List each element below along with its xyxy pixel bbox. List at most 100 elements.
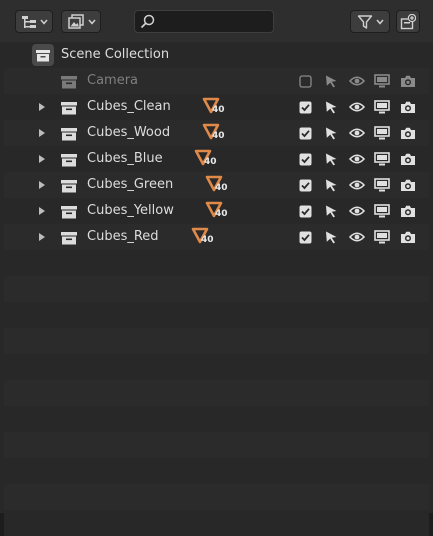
expand-arrow-icon[interactable] — [39, 155, 45, 163]
search-field[interactable] — [134, 10, 274, 33]
outliner-row[interactable]: Cubes_Yellow 40 — [4, 198, 429, 224]
exclude-checkbox[interactable] — [297, 229, 313, 245]
empty-row — [4, 276, 429, 302]
search-input[interactable] — [159, 13, 269, 30]
outliner-row[interactable]: Cubes_Blue 40 — [4, 146, 429, 172]
selectable-arrow-icon[interactable] — [323, 99, 339, 115]
outliner-row[interactable]: Cubes_Wood 40 — [4, 120, 429, 146]
empty-row — [4, 458, 429, 484]
visibility-eye-icon[interactable] — [349, 229, 365, 245]
visibility-eye-icon[interactable] — [349, 203, 365, 219]
search-icon — [140, 14, 155, 33]
selectable-arrow-icon[interactable] — [323, 177, 339, 193]
mesh-data-icon[interactable]: 40 — [191, 227, 221, 249]
expand-arrow-icon[interactable] — [39, 207, 45, 215]
collection-icon — [60, 74, 78, 93]
mesh-data-icon[interactable]: 40 — [202, 123, 232, 145]
viewport-monitor-icon[interactable] — [374, 151, 390, 167]
mesh-data-icon[interactable]: 40 — [205, 175, 235, 197]
collection-icon — [60, 100, 78, 119]
outliner-header — [0, 0, 433, 42]
expand-arrow-icon[interactable] — [39, 103, 45, 111]
mesh-data-icon[interactable]: 40 — [202, 97, 232, 119]
outliner-hierarchy-icon — [21, 15, 37, 29]
row-label: Cubes_Yellow — [87, 203, 174, 218]
selectable-arrow-icon[interactable] — [323, 73, 339, 89]
render-camera-icon[interactable] — [400, 203, 416, 219]
row-label: Cubes_Green — [87, 177, 174, 192]
visibility-eye-icon[interactable] — [349, 73, 365, 89]
funnel-icon — [357, 14, 373, 30]
exclude-checkbox[interactable] — [297, 125, 313, 141]
scene-collection-row[interactable]: Scene Collection — [4, 42, 429, 68]
exclude-checkbox[interactable] — [297, 73, 313, 89]
collection-icon — [60, 204, 78, 223]
mesh-count: 40 — [204, 157, 217, 167]
outliner-row[interactable]: Camera — [4, 68, 429, 94]
new-collection-icon — [400, 13, 416, 30]
empty-row — [4, 328, 429, 354]
chevron-down-icon — [39, 19, 48, 25]
visibility-eye-icon[interactable] — [349, 125, 365, 141]
viewport-monitor-icon[interactable] — [374, 229, 390, 245]
visibility-eye-icon[interactable] — [349, 151, 365, 167]
mesh-count: 40 — [215, 209, 228, 219]
scene-collection-icon — [32, 44, 54, 66]
viewport-monitor-icon[interactable] — [374, 125, 390, 141]
viewport-monitor-icon[interactable] — [374, 99, 390, 115]
outliner-tree: Scene Collection Camera Cubes_Clean 40 Cube… — [4, 42, 429, 250]
empty-row — [4, 406, 429, 432]
selectable-arrow-icon[interactable] — [323, 203, 339, 219]
selectable-arrow-icon[interactable] — [323, 229, 339, 245]
row-label: Cubes_Red — [87, 229, 159, 244]
filter-type-dropdown[interactable] — [61, 10, 101, 33]
scene-collection-label: Scene Collection — [61, 47, 170, 62]
render-camera-icon[interactable] — [400, 73, 416, 89]
exclude-checkbox[interactable] — [297, 151, 313, 167]
exclude-checkbox[interactable] — [297, 203, 313, 219]
outliner-panel: Scene Collection Camera Cubes_Clean 40 Cube… — [0, 0, 433, 536]
empty-row — [4, 250, 429, 276]
outliner-row[interactable]: Cubes_Red 40 — [4, 224, 429, 250]
render-camera-icon[interactable] — [400, 125, 416, 141]
mesh-data-icon[interactable]: 40 — [194, 149, 224, 171]
empty-row — [4, 354, 429, 380]
collection-icon — [60, 178, 78, 197]
viewport-monitor-icon[interactable] — [374, 203, 390, 219]
outliner-row[interactable]: Cubes_Clean 40 — [4, 94, 429, 120]
new-collection-button[interactable] — [396, 10, 420, 33]
render-camera-icon[interactable] — [400, 99, 416, 115]
empty-row — [4, 302, 429, 328]
render-camera-icon[interactable] — [400, 229, 416, 245]
selectable-arrow-icon[interactable] — [323, 151, 339, 167]
row-label: Cubes_Wood — [87, 125, 171, 140]
image-stack-icon — [67, 13, 85, 30]
empty-row — [4, 432, 429, 458]
exclude-checkbox[interactable] — [297, 99, 313, 115]
row-label: Camera — [87, 73, 139, 88]
empty-row — [4, 510, 429, 536]
viewport-monitor-icon[interactable] — [374, 73, 390, 89]
expand-arrow-icon[interactable] — [39, 233, 45, 241]
chevron-down-icon — [375, 19, 384, 25]
collection-icon — [60, 126, 78, 145]
render-camera-icon[interactable] — [400, 151, 416, 167]
expand-arrow-icon[interactable] — [39, 129, 45, 137]
render-camera-icon[interactable] — [400, 177, 416, 193]
collection-icon — [60, 152, 78, 171]
mesh-count: 40 — [212, 131, 225, 141]
chevron-down-icon — [87, 19, 96, 25]
viewport-monitor-icon[interactable] — [374, 177, 390, 193]
row-label: Cubes_Clean — [87, 99, 171, 114]
visibility-eye-icon[interactable] — [349, 177, 365, 193]
selectable-arrow-icon[interactable] — [323, 125, 339, 141]
row-label: Cubes_Blue — [87, 151, 163, 166]
exclude-checkbox[interactable] — [297, 177, 313, 193]
visibility-eye-icon[interactable] — [349, 99, 365, 115]
mesh-data-icon[interactable]: 40 — [205, 201, 235, 223]
expand-arrow-icon[interactable] — [39, 181, 45, 189]
outliner-row[interactable]: Cubes_Green 40 — [4, 172, 429, 198]
mesh-count: 40 — [201, 235, 214, 245]
filter-dropdown[interactable] — [350, 10, 390, 33]
display-mode-dropdown[interactable] — [15, 10, 53, 33]
